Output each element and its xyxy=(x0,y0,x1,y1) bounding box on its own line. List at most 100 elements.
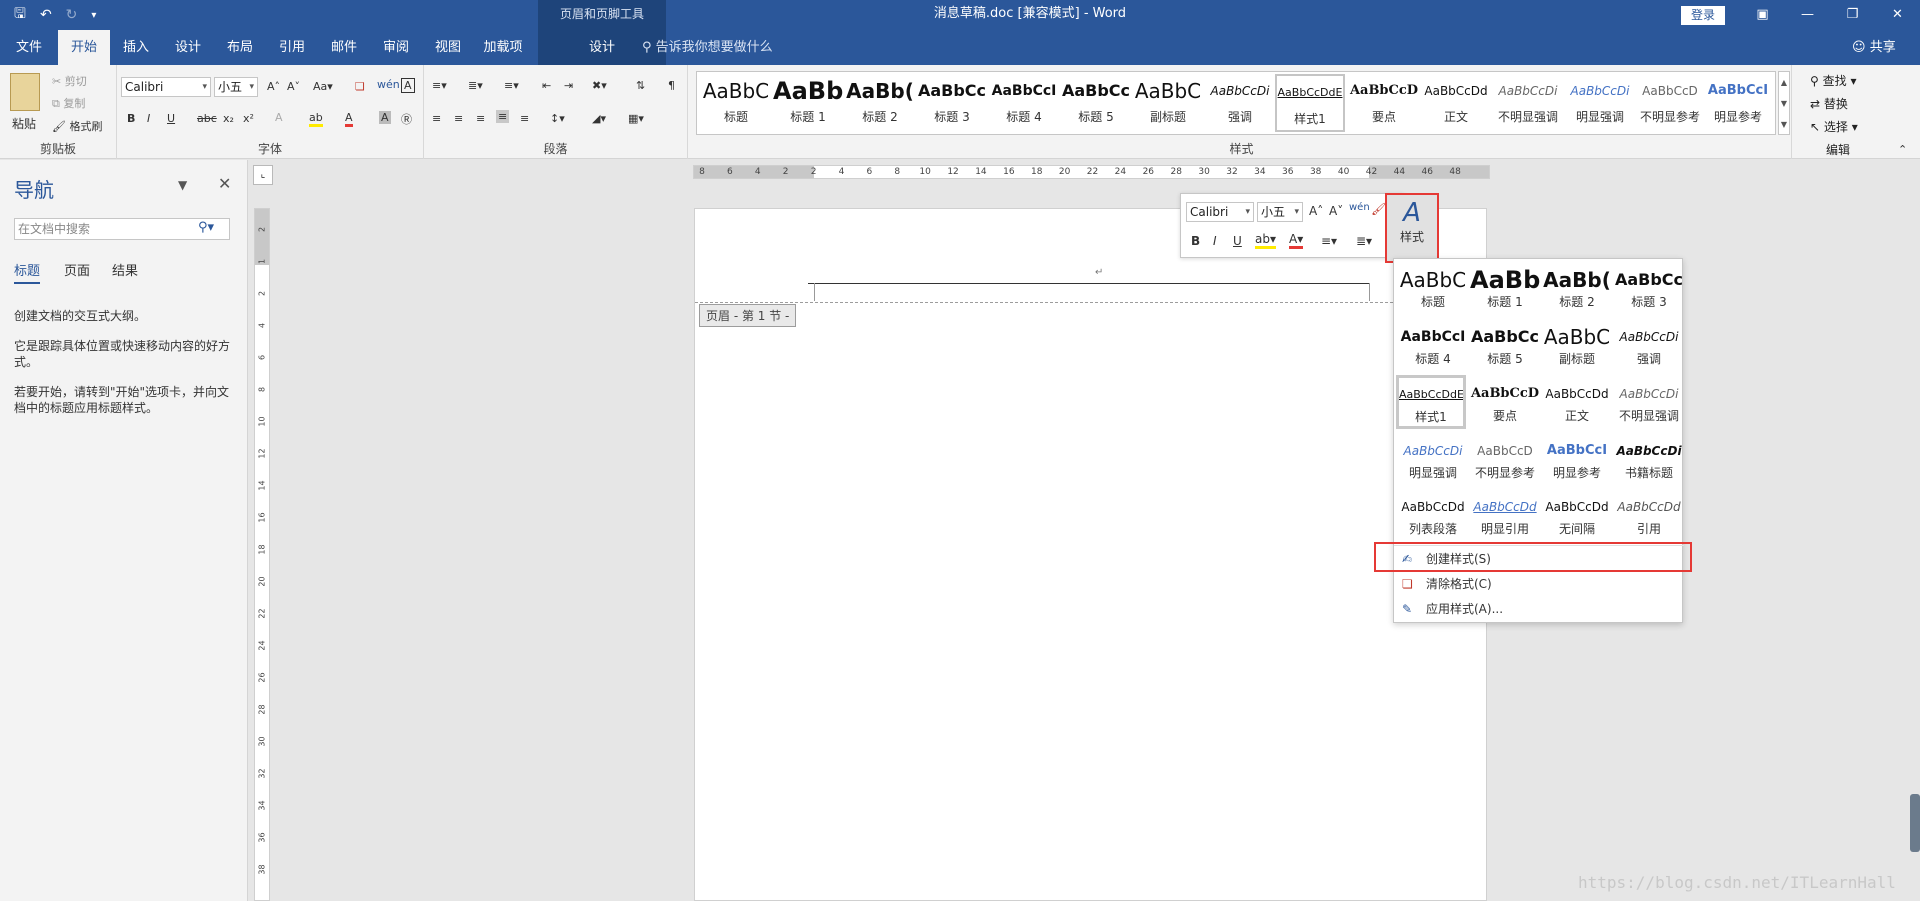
style-heading-5[interactable]: AaBbCc 标题 5 xyxy=(1061,74,1131,132)
mini-font-combo[interactable]: Calibri xyxy=(1186,202,1254,222)
font-color-icon[interactable]: A xyxy=(345,111,353,127)
vertical-ruler[interactable]: 2 1 2 4 6 8 10 12 14 16 18 20 22 24 26 28 30 32 34 36 38 xyxy=(254,208,270,901)
shrink-font-icon[interactable]: A˅ xyxy=(1329,204,1343,218)
superscript-icon[interactable]: x² xyxy=(243,112,254,125)
multilevel-list-icon[interactable]: ≡▾ xyxy=(504,79,519,92)
increase-indent-icon[interactable]: ⇥ xyxy=(564,79,573,92)
paste-button[interactable]: 粘贴 xyxy=(12,115,36,132)
apply-styles-menu-item[interactable]: ✎ 应用样式(A)... xyxy=(1394,597,1684,621)
tell-me-search[interactable]: ⚲ 告诉我你想要做什么 xyxy=(642,30,773,65)
style-heading-3[interactable]: AaBbCc 标题 3 xyxy=(917,74,987,132)
asian-layout-icon[interactable]: ✖▾ xyxy=(592,79,607,92)
numbering-icon[interactable]: ≣▾ xyxy=(1356,234,1372,248)
grow-font-icon[interactable]: A˄ xyxy=(1309,204,1323,218)
style-heading-4[interactable]: AaBbCcI 标题 4 xyxy=(1398,320,1468,374)
save-icon[interactable]: 🖫 xyxy=(14,3,26,27)
format-painter-button[interactable]: 🖌 格式刷 xyxy=(52,118,102,134)
align-right-icon[interactable]: ≡ xyxy=(476,112,485,125)
tab-review[interactable]: 审阅 xyxy=(370,30,422,65)
scroll-down-icon[interactable]: ▼ xyxy=(1781,99,1787,108)
ribbon-display-icon[interactable]: ▣ xyxy=(1740,0,1785,30)
nav-tab-headings[interactable]: 标题 xyxy=(14,260,41,284)
numbering-icon[interactable]: ≣▾ xyxy=(468,79,483,92)
copy-button[interactable]: ⧉ 复制 xyxy=(52,95,85,111)
style-title[interactable]: AaBbC 标题 xyxy=(701,74,771,132)
highlight-color-icon[interactable]: ab xyxy=(309,111,323,127)
justify-icon[interactable]: ≡ xyxy=(496,110,510,123)
collapse-ribbon-icon[interactable]: ⌃ xyxy=(1898,143,1907,156)
scrollbar-thumb[interactable] xyxy=(1910,794,1920,852)
character-border-icon[interactable]: A xyxy=(401,78,415,93)
search-icon[interactable]: ⚲▾ xyxy=(198,220,214,235)
horizontal-ruler[interactable]: 8 6 4 2 2 4 6 8 10 12 14 16 18 20 22 24 26 28 30 32 34 36 38 40… xyxy=(693,165,1490,179)
bullets-icon[interactable]: ≡▾ xyxy=(1321,234,1337,248)
style-title[interactable]: AaBbC 标题 xyxy=(1398,263,1468,317)
paste-icon[interactable] xyxy=(10,73,40,111)
find-button[interactable]: ⚲ 查找 ▾ xyxy=(1810,72,1856,89)
nav-options-icon[interactable]: ▼ xyxy=(178,178,187,192)
style-quote[interactable]: AaBbCcDd 引用 xyxy=(1614,490,1684,544)
italic-button[interactable]: I xyxy=(147,112,150,125)
format-painter-icon[interactable]: 🖌 xyxy=(1371,202,1386,216)
bold-button[interactable]: B xyxy=(127,112,135,125)
bold-button[interactable]: B xyxy=(1191,234,1200,248)
tab-mailings[interactable]: 邮件 xyxy=(318,30,370,65)
line-spacing-icon[interactable]: ↕▾ xyxy=(550,112,565,125)
tab-design[interactable]: 设计 xyxy=(162,30,214,65)
style-heading-4[interactable]: AaBbCcI 标题 4 xyxy=(989,74,1059,132)
change-case-icon[interactable]: Aa▾ xyxy=(313,80,333,93)
gallery-more-icon[interactable]: ▼ xyxy=(1781,120,1787,129)
style-subtitle[interactable]: AaBbC 副标题 xyxy=(1542,320,1612,374)
enclose-characters-icon[interactable]: Ⓡ xyxy=(401,111,412,127)
style-normal[interactable]: AaBbCcDd 正文 xyxy=(1421,74,1491,132)
highlight-color-icon[interactable]: ab▾ xyxy=(1255,232,1276,249)
login-button[interactable]: 登录 xyxy=(1681,6,1725,25)
style-heading-3[interactable]: AaBbCc 标题 3 xyxy=(1614,263,1684,317)
tab-layout[interactable]: 布局 xyxy=(214,30,266,65)
undo-icon[interactable]: ↶ xyxy=(40,7,52,23)
style-intense-emphasis[interactable]: AaBbCcDi 明显强调 xyxy=(1398,434,1468,488)
nav-tab-pages[interactable]: 页面 xyxy=(64,260,90,279)
text-effects-icon[interactable]: A xyxy=(275,111,283,124)
font-color-icon[interactable]: A▾ xyxy=(1289,232,1304,249)
strikethrough-icon[interactable]: abc xyxy=(197,112,217,125)
phonetic-guide-icon[interactable]: wén xyxy=(1349,202,1370,213)
sort-icon[interactable]: ⇅ xyxy=(636,79,645,92)
style-strong[interactable]: AaBbCcD 要点 xyxy=(1349,74,1419,132)
style-intense-reference[interactable]: AaBbCcI 明显参考 xyxy=(1542,434,1612,488)
nav-tab-results[interactable]: 结果 xyxy=(112,260,138,279)
tab-selector-icon[interactable]: ⌞ xyxy=(253,165,273,185)
minimize-icon[interactable]: — xyxy=(1785,0,1830,30)
style-emphasis[interactable]: AaBbCcDi 强调 xyxy=(1614,320,1684,374)
style-style1[interactable]: AaBbCcDdE 样式1 xyxy=(1275,74,1345,132)
phonetic-guide-icon[interactable]: wén xyxy=(377,78,400,91)
style-book-title[interactable]: AaBbCcDi 书籍标题 xyxy=(1614,434,1684,488)
style-intense-emphasis[interactable]: AaBbCcDi 明显强调 xyxy=(1565,74,1635,132)
cut-button[interactable]: ✂ 剪切 xyxy=(52,73,87,89)
underline-button[interactable]: U xyxy=(1233,234,1242,248)
character-shading-icon[interactable]: A xyxy=(379,111,391,124)
style-subtle-reference[interactable]: AaBbCcD 不明显参考 xyxy=(1470,434,1540,488)
style-subtle-emphasis[interactable]: AaBbCcDi 不明显强调 xyxy=(1614,377,1684,431)
style-intense-reference[interactable]: AaBbCcI 明显参考 xyxy=(1703,74,1773,132)
clear-formatting-menu-item[interactable]: ❏ 清除格式(C) xyxy=(1394,572,1684,596)
style-heading-2[interactable]: AaBb(标题 2 xyxy=(1542,263,1612,317)
style-intense-quote[interactable]: AaBbCcDd 明显引用 xyxy=(1470,490,1540,544)
decrease-indent-icon[interactable]: ⇤ xyxy=(542,79,551,92)
style-heading-1[interactable]: AaBb 标题 1 xyxy=(1470,263,1540,317)
style-no-spacing[interactable]: AaBbCcDd 无间隔 xyxy=(1542,490,1612,544)
align-center-icon[interactable]: ≡ xyxy=(454,112,463,125)
bullets-icon[interactable]: ≡▾ xyxy=(432,79,447,92)
align-left-icon[interactable]: ≡ xyxy=(432,112,441,125)
gallery-scroll[interactable]: ▲ ▼ ▼ xyxy=(1778,71,1790,135)
distributed-icon[interactable]: ≡ xyxy=(520,112,529,125)
select-button[interactable]: ↖ 选择 ▾ xyxy=(1810,118,1858,135)
style-heading-5[interactable]: AaBbCc 标题 5 xyxy=(1470,320,1540,374)
close-icon[interactable]: ✕ xyxy=(218,174,231,193)
font-name-combo[interactable]: Calibri xyxy=(121,77,211,97)
style-heading-2[interactable]: AaBb(标题 2 xyxy=(845,74,915,132)
clear-formatting-icon[interactable]: ❏ xyxy=(355,80,365,93)
tab-references[interactable]: 引用 xyxy=(266,30,318,65)
customize-qat-icon[interactable]: ▾ xyxy=(91,10,96,21)
underline-button[interactable]: U xyxy=(167,112,175,125)
